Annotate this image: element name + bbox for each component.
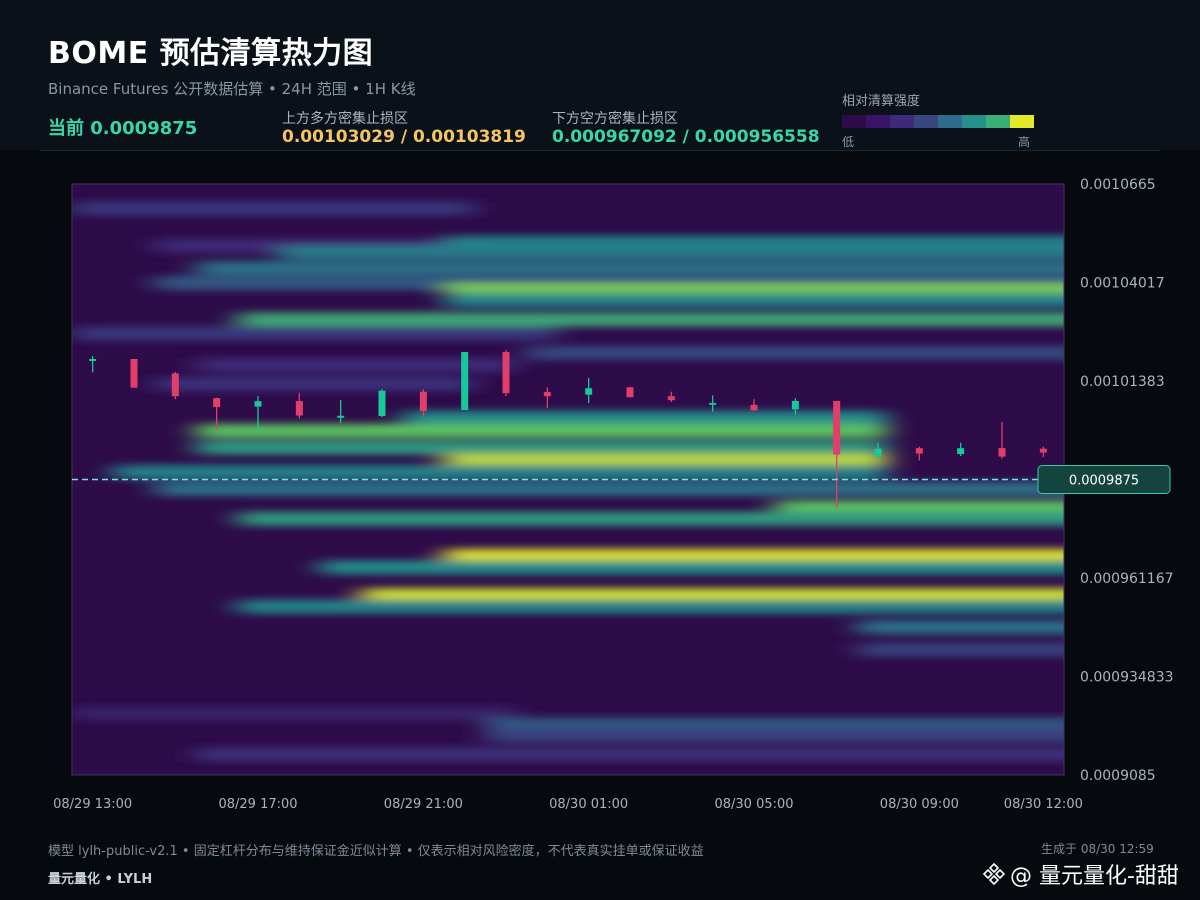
heat-band (113, 465, 888, 480)
candle-body (998, 448, 1006, 457)
x-tick-label: 08/29 21:00 (384, 797, 463, 812)
candle-body (543, 392, 551, 397)
watermark: @ 量元量化-甜甜 (982, 858, 1179, 890)
candle-body (750, 404, 758, 411)
candle-body (709, 402, 717, 405)
heat-band (196, 747, 1064, 762)
heat-band (196, 440, 888, 455)
heat-band (196, 423, 888, 438)
y-tick-label: 0.0009085 (1080, 768, 1156, 784)
x-tick-label: 08/30 09:00 (880, 797, 959, 812)
candle-body (874, 448, 882, 457)
heat-band (154, 481, 1064, 496)
candle-body (171, 373, 179, 397)
x-tick-label: 08/30 01:00 (549, 797, 628, 812)
heat-band (857, 620, 1064, 635)
candle-body (461, 352, 469, 411)
heat-band (154, 377, 474, 392)
candle-body (667, 396, 675, 401)
candle-body (833, 400, 841, 455)
footer-note: 模型 lylh-public-v2.1 • 固定杠杆分布与维持保证金近似计算 •… (48, 844, 704, 859)
heat-band (485, 728, 1064, 743)
candle-body (130, 358, 138, 388)
heat-band (320, 560, 1064, 575)
candle-body (337, 415, 345, 418)
heat-band (526, 346, 1064, 361)
heat-band (237, 312, 1064, 327)
candle-body (502, 352, 510, 394)
heat-band (857, 642, 1064, 657)
heat-band (402, 410, 888, 425)
heat-band (196, 261, 1064, 276)
heat-band (444, 293, 1064, 308)
y-tick-label: 0.000934833 (1080, 670, 1174, 686)
candle-body (213, 398, 221, 408)
candle-body (378, 390, 386, 416)
candle-body (89, 358, 97, 361)
heat-band (72, 326, 557, 341)
binance-logo-icon (982, 862, 1006, 886)
candle-body (626, 387, 634, 398)
y-tick-label: 0.00104017 (1080, 275, 1165, 291)
candle-body (295, 401, 303, 416)
candle-body (585, 388, 593, 395)
heat-band (278, 245, 1064, 260)
heat-band (72, 706, 516, 721)
x-tick-label: 08/29 17:00 (218, 797, 297, 812)
candle-body (791, 400, 799, 410)
candle-body (419, 391, 427, 412)
candle-body (915, 448, 923, 454)
x-tick-label: 08/29 13:00 (53, 797, 132, 812)
generated-time: 生成于 08/30 12:59 (1041, 842, 1154, 856)
candle-body (957, 448, 965, 455)
y-tick-label: 0.0010665 (1080, 177, 1156, 193)
heat-band (72, 201, 474, 216)
y-tick-label: 0.00101383 (1080, 374, 1165, 390)
liquidation-heatmap-chart: 0.0010665 0.00104017 0.00101383 0.000961167… (53, 177, 1174, 812)
footer-brand: 量元量化 • LYLH (48, 872, 153, 887)
x-tick-label: 08/30 12:00 (1004, 797, 1083, 812)
heat-band (237, 511, 1064, 526)
current-price-tag-text: 0.0009875 (1069, 474, 1139, 489)
candle-body (254, 401, 262, 407)
watermark-text: @ 量元量化-甜甜 (1010, 864, 1179, 889)
y-tick-label: 0.000961167 (1080, 571, 1174, 587)
current-price-tag: 0.0009875 (1037, 465, 1171, 494)
heat-band (237, 599, 1064, 614)
x-tick-label: 08/30 05:00 (714, 797, 793, 812)
candle-body (1039, 448, 1047, 453)
